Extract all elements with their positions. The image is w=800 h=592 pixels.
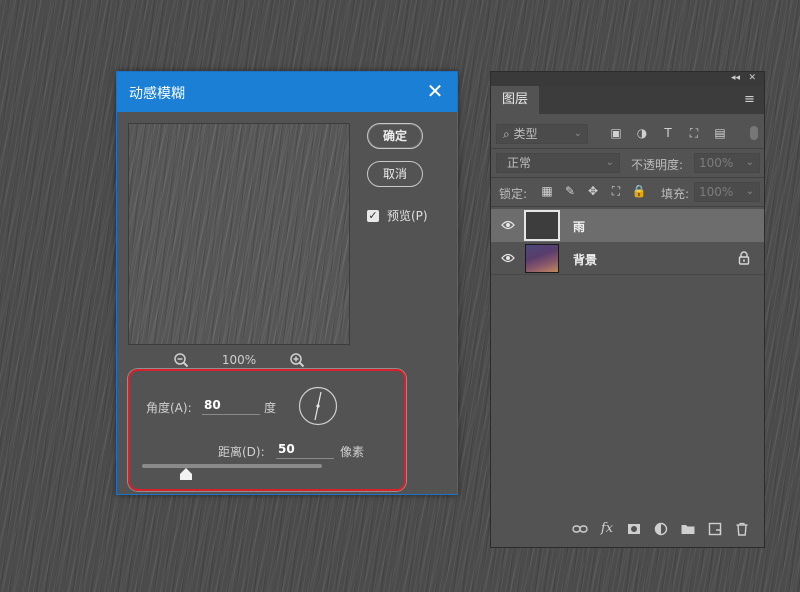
filter-row: ⌕ 类型 ⌄ ▣ ◑ T ⛶ ▤	[491, 120, 764, 149]
preview-checkbox-row[interactable]: ✓ 预览(P)	[367, 207, 428, 224]
panel-bottom-toolbar: fx	[491, 517, 764, 541]
angle-label: 角度(A):	[146, 401, 192, 415]
eye-icon[interactable]	[501, 252, 515, 264]
blend-row: 正常 ⌄ 不透明度: 100% ⌄	[491, 149, 764, 178]
fx-icon[interactable]: fx	[599, 521, 615, 537]
layer-rain[interactable]: 雨	[491, 209, 764, 242]
layer-filter-select[interactable]: ⌕ 类型 ⌄	[496, 124, 588, 144]
layers-panel: ◂◂ ✕ 图层 ≡ ⌕ 类型 ⌄ ▣ ◑ T ⛶ ▤ 正常 ⌄ 不透明度: 10…	[490, 71, 765, 548]
eye-icon[interactable]	[501, 219, 515, 231]
panel-header-strip: ◂◂ ✕	[491, 72, 764, 86]
dialog-titlebar[interactable]: 动感模糊 ✕	[117, 72, 457, 112]
preview-checkbox[interactable]: ✓	[367, 209, 379, 222]
shape-filter-icon[interactable]: ⛶	[687, 126, 701, 140]
distance-slider-track[interactable]	[142, 464, 322, 468]
zoom-level: 100%	[221, 353, 257, 367]
angle-dial-icon[interactable]	[298, 386, 338, 426]
layer-name[interactable]: 雨	[573, 218, 585, 235]
search-icon: ⌕	[503, 127, 514, 141]
fill-label: 填充:	[661, 187, 690, 201]
distance-unit: 像素	[340, 445, 365, 459]
type-filter-icon[interactable]: T	[661, 126, 675, 140]
cancel-button[interactable]: 取消	[367, 161, 423, 187]
tab-layers[interactable]: 图层	[491, 86, 539, 114]
lock-row: 锁定: ▦ ✎ ✥ ⛶ 🔒 填充: 100% ⌄	[491, 178, 764, 207]
filter-label: 类型	[513, 127, 538, 141]
layer-thumbnail	[524, 210, 560, 241]
zoom-controls: 100%	[173, 352, 305, 368]
zoom-in-icon[interactable]	[289, 352, 305, 368]
smart-object-filter-icon[interactable]: ▤	[713, 126, 727, 140]
preview-label: 预览(P)	[387, 209, 428, 223]
pixel-filter-icon[interactable]: ▣	[609, 126, 623, 140]
lock-icon	[738, 251, 750, 265]
panel-tabbar: 图层 ≡	[491, 86, 764, 114]
angle-input[interactable]: 80	[202, 398, 260, 415]
chevron-down-icon: ⌄	[573, 128, 582, 139]
lock-label: 锁定:	[499, 187, 528, 201]
adjustment-icon[interactable]	[653, 521, 669, 537]
lock-icons: ▦ ✎ ✥ ⛶ 🔒	[539, 184, 647, 198]
opacity-value: 100%	[699, 156, 734, 170]
blend-mode-select[interactable]: 正常 ⌄	[496, 153, 620, 173]
close-icon[interactable]: ✕	[425, 81, 445, 101]
distance-label: 距离(D):	[218, 445, 265, 459]
lock-transparency-icon[interactable]: ▦	[539, 184, 555, 198]
angle-unit: 度	[264, 401, 277, 415]
folder-icon[interactable]	[680, 521, 696, 537]
chevron-down-icon: ⌄	[745, 157, 754, 168]
zoom-out-icon[interactable]	[173, 352, 189, 368]
parameters-highlight: 角度(A): 80 度 距离(D): 50 像素	[128, 369, 406, 491]
link-icon[interactable]	[572, 521, 588, 537]
opacity-label: 不透明度:	[631, 158, 684, 172]
dialog-title: 动感模糊	[129, 86, 185, 102]
trash-icon[interactable]	[734, 521, 750, 537]
chevron-down-icon: ⌄	[605, 157, 614, 168]
mask-icon[interactable]	[626, 521, 642, 537]
blend-mode-value: 正常	[507, 156, 532, 170]
motion-blur-dialog: 动感模糊 ✕ 确定 取消 ✓ 预览(P) 100% 角度(A): 80 度 距离…	[116, 71, 458, 495]
panel-menu-icon[interactable]: ≡	[744, 92, 756, 107]
collapse-icon[interactable]: ◂◂	[731, 73, 740, 83]
panel-close-icon[interactable]: ✕	[748, 73, 756, 83]
new-layer-icon[interactable]	[707, 521, 723, 537]
lock-all-icon[interactable]: 🔒	[631, 184, 647, 198]
filter-preview[interactable]	[128, 123, 350, 345]
distance-slider-thumb[interactable]	[180, 468, 192, 480]
lock-position-icon[interactable]: ✥	[585, 184, 601, 198]
layer-background[interactable]: 背景	[491, 242, 764, 275]
ok-button[interactable]: 确定	[367, 123, 423, 149]
layer-name[interactable]: 背景	[573, 251, 597, 268]
adjustment-filter-icon[interactable]: ◑	[635, 126, 649, 140]
fill-input[interactable]: 100% ⌄	[694, 182, 760, 202]
layer-thumbnail	[525, 244, 559, 273]
filter-icons: ▣ ◑ T ⛶ ▤	[609, 126, 727, 140]
filter-toggle[interactable]	[750, 126, 758, 140]
lock-image-icon[interactable]: ✎	[562, 184, 578, 198]
lock-artboard-icon[interactable]: ⛶	[608, 184, 624, 198]
distance-input[interactable]: 50	[276, 442, 334, 459]
chevron-down-icon: ⌄	[745, 186, 754, 197]
fill-value: 100%	[699, 185, 734, 199]
opacity-input[interactable]: 100% ⌄	[694, 153, 760, 173]
